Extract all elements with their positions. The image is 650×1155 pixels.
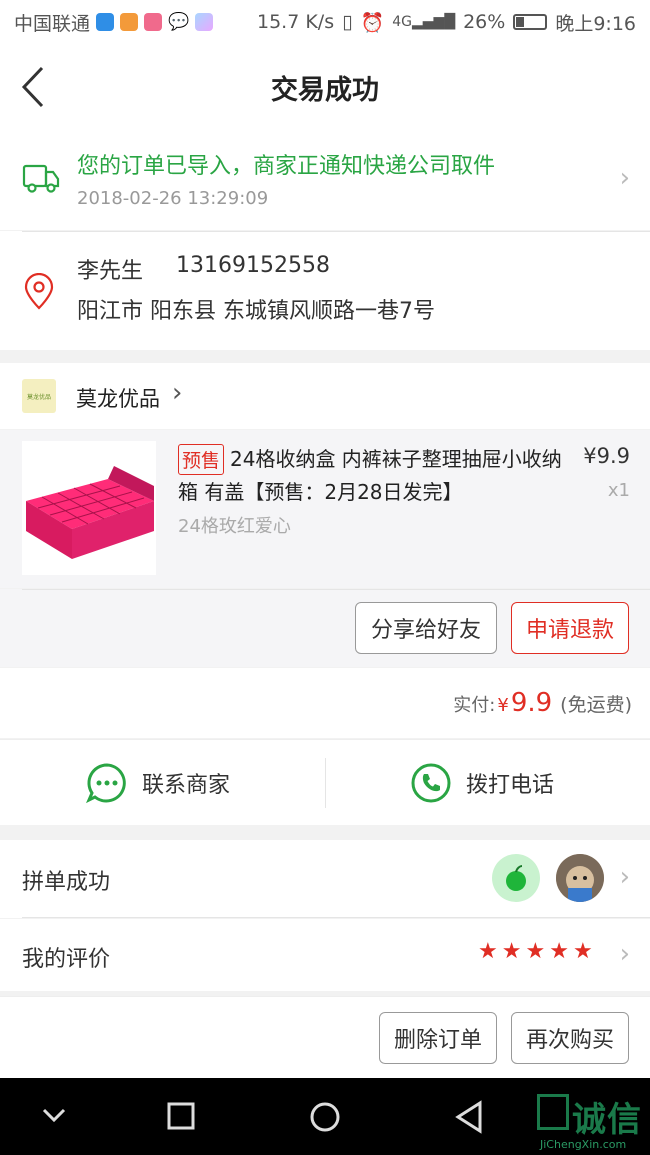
recipient-name: 李先生 xyxy=(77,259,144,284)
refund-button[interactable]: 申请退款 xyxy=(511,602,629,654)
truck-icon xyxy=(22,164,60,193)
product-quantity: x1 xyxy=(607,480,630,501)
photo-app-icon xyxy=(195,13,214,31)
watermark-text: 诚信 xyxy=(572,1100,642,1140)
location-pin-icon xyxy=(24,273,54,310)
watermark-logo-icon xyxy=(537,1094,569,1130)
chevron-right-icon: › xyxy=(619,163,630,193)
share-button[interactable]: 分享给好友 xyxy=(355,602,497,654)
back-triangle-icon[interactable] xyxy=(454,1100,484,1134)
order-actions: 分享给好友 申请退款 xyxy=(0,589,650,667)
chevron-right-icon: › xyxy=(172,378,183,408)
avatar xyxy=(556,854,604,902)
star-icon: ★ xyxy=(549,939,569,964)
star-icon: ★ xyxy=(525,939,546,964)
store-name: 莫龙优品 xyxy=(76,387,160,411)
recipient-phone: 13169152558 xyxy=(176,253,330,278)
delete-order-button[interactable]: 删除订单 xyxy=(379,1012,497,1064)
product-title: 24格收纳盒 内裤袜子整理抽屉小收纳箱 有盖【预售：2月28日发完】 xyxy=(178,447,562,504)
paid-amount: 9.9 xyxy=(510,688,553,718)
logistics-status-text: 您的订单已导入，商家正通知快递公司取件 xyxy=(77,154,496,179)
carrier-label: 中国联通 xyxy=(14,12,91,35)
net-speed: 15.7 K/s xyxy=(257,11,335,33)
contact-merchant-button[interactable]: 联系商家 xyxy=(86,740,230,826)
product-price: ¥9.9 xyxy=(583,444,630,468)
video-app-icon xyxy=(120,13,139,31)
presale-badge: 预售 xyxy=(178,444,225,475)
contact-bar: 联系商家 拨打电话 xyxy=(0,739,650,825)
apple-icon xyxy=(506,865,526,891)
vibrate-icon: ▯ xyxy=(342,11,353,33)
alarm-icon: ⏰ xyxy=(360,11,385,34)
buy-again-button[interactable]: 再次购买 xyxy=(511,1012,629,1064)
logistics-status[interactable]: 您的订单已导入，商家正通知快递公司取件 2018-02-26 13:29:09 … xyxy=(0,130,650,230)
store-logo: 莫龙优品 xyxy=(22,379,56,413)
emoji-app-icon xyxy=(144,13,163,31)
signal-icon: 4G▂▄▆█ xyxy=(392,14,456,30)
group-buy-label: 拼单成功 xyxy=(22,870,111,895)
chat-bubble-icon xyxy=(86,763,126,804)
wechat-icon: 💬 xyxy=(168,12,190,32)
paid-label: 实付: xyxy=(453,695,496,716)
chevron-down-icon[interactable] xyxy=(40,1100,68,1132)
recent-apps-icon[interactable] xyxy=(166,1100,196,1132)
chevron-right-icon: › xyxy=(619,862,630,892)
home-icon[interactable] xyxy=(308,1100,342,1134)
battery-percent: 26% xyxy=(463,11,506,33)
star-icon: ★ xyxy=(572,939,593,964)
back-button[interactable] xyxy=(20,62,60,112)
payment-summary: 实付: ¥ 9.9 (免运费) xyxy=(0,668,650,738)
currency-symbol: ¥ xyxy=(497,695,509,716)
shipping-address: 李先生 13169152558 阳江市 阳东县 东城镇风顺路一巷7号 xyxy=(0,231,650,350)
contact-merchant-label: 联系商家 xyxy=(142,773,231,798)
chevron-right-icon: › xyxy=(619,939,630,969)
divider xyxy=(325,758,326,808)
watermark-subtext: JiChengXin.com xyxy=(540,1138,627,1151)
nav-bar: 交易成功 xyxy=(0,44,650,130)
product-sku: 24格玫红爱心 xyxy=(178,516,291,537)
clock: 晚上9:16 xyxy=(555,12,636,35)
page-title: 交易成功 xyxy=(271,74,379,106)
logistics-time: 2018-02-26 13:29:09 xyxy=(77,188,269,209)
star-icon: ★ xyxy=(501,939,522,964)
call-phone-button[interactable]: 拨打电话 xyxy=(410,740,554,826)
divider xyxy=(22,231,650,232)
shipping-note: (免运费) xyxy=(560,694,632,716)
call-phone-label: 拨打电话 xyxy=(466,773,555,798)
avatar xyxy=(492,854,540,902)
review-row[interactable]: 我的评价 ★ ★ ★ ★ ★ › xyxy=(0,919,650,991)
address-line: 阳江市 阳东县 东城镇风顺路一巷7号 xyxy=(77,299,435,324)
back-arrow-icon xyxy=(21,66,44,108)
bottom-actions: 删除订单 再次购买 xyxy=(0,996,650,1078)
store-header[interactable]: 莫龙优品 莫龙优品 › xyxy=(0,363,650,429)
shield-app-icon xyxy=(96,13,115,31)
review-label: 我的评价 xyxy=(22,947,111,972)
star-icon: ★ xyxy=(478,939,498,964)
product-item[interactable]: 24格收纳盒 内裤袜子整理抽屉小收纳箱 有盖【预售：2月28日发完】 预售 24… xyxy=(0,430,650,588)
phone-icon xyxy=(411,763,451,803)
divider xyxy=(22,589,650,590)
group-buy-row[interactable]: 拼单成功 › xyxy=(0,840,650,918)
status-bar: 中国联通 💬 15.7 K/s ▯ ⏰ 4G▂▄▆█ 26% 晚上9:16 xyxy=(0,0,650,44)
divider xyxy=(22,917,650,918)
product-image xyxy=(22,441,156,575)
star-rating: ★ ★ ★ ★ ★ xyxy=(478,941,593,963)
battery-icon xyxy=(513,14,548,30)
